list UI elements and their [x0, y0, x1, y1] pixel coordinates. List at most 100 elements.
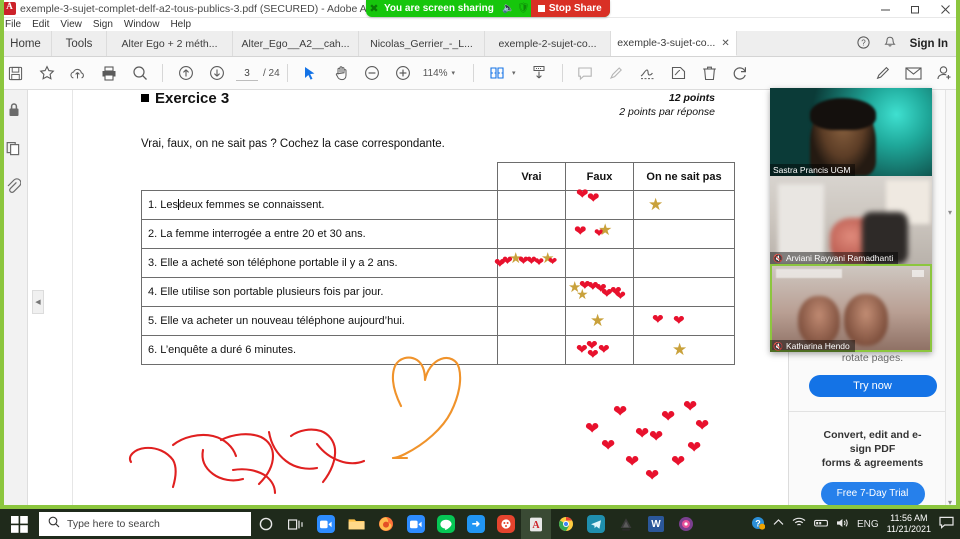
cell-3-onnesaitpas[interactable] — [633, 248, 735, 278]
paint-icon[interactable] — [491, 509, 521, 539]
chevron-up-icon[interactable] — [773, 518, 784, 530]
menu-item-view[interactable]: View — [60, 19, 82, 30]
cell-4-vrai[interactable] — [497, 277, 566, 307]
panel-scrollbar[interactable]: ▾ ▾ — [945, 90, 956, 509]
fit-chevron-down-icon[interactable]: ▾ — [512, 69, 516, 77]
save-icon[interactable] — [0, 57, 31, 90]
zoom-meeting-icon[interactable] — [401, 509, 431, 539]
zoom-icon[interactable] — [311, 509, 341, 539]
cell-4-faux[interactable]: ★ ★ ❤ ❤ ❤ ❤ ❤ ❤ — [565, 277, 634, 307]
rotate-icon[interactable] — [725, 57, 756, 90]
word-icon[interactable]: W — [641, 509, 671, 539]
cell-1-onnesaitpas[interactable]: ★ — [633, 190, 735, 220]
tab-home[interactable]: Home — [0, 31, 52, 56]
tab-document-1[interactable]: Alter Ego + 2 méth... — [107, 31, 233, 56]
network-icon[interactable] — [813, 518, 828, 531]
menu-item-window[interactable]: Window — [124, 19, 160, 30]
tab-document-4[interactable]: exemple-2-sujet-co... — [485, 31, 611, 56]
fill-sign-icon[interactable] — [663, 57, 694, 90]
chevron-down-icon[interactable]: ▾ — [452, 69, 456, 77]
cell-1-faux[interactable]: ❤ ❤ — [565, 187, 634, 220]
wifi-icon[interactable] — [792, 517, 806, 531]
line-icon[interactable] — [431, 509, 461, 539]
zoom-in-icon[interactable] — [388, 57, 419, 90]
next-page-icon[interactable] — [201, 57, 232, 90]
zoom-video-tile-strip[interactable]: Sastra Prancis UGM 🔇 Arviani Rayyani Ram… — [770, 88, 932, 352]
hand-tool-icon[interactable] — [326, 57, 357, 90]
panel-collapse-button[interactable]: ◀ — [32, 290, 44, 314]
help-icon[interactable]: ? — [751, 516, 766, 533]
video-tile-3-active-speaker[interactable]: 🔇 Katharina Hendo — [770, 264, 932, 352]
search-input[interactable]: Type here to search — [39, 512, 251, 536]
cell-2-onnesaitpas[interactable] — [633, 219, 735, 249]
sign-in-button[interactable]: Sign In — [910, 38, 948, 50]
email-icon[interactable] — [898, 57, 929, 90]
file-converter-icon[interactable]: ➜ — [461, 509, 491, 539]
clock[interactable]: 11:56 AM 11/21/2021 — [887, 513, 931, 535]
free-trial-button[interactable]: Free 7-Day Trial — [820, 482, 925, 506]
print-icon[interactable] — [93, 57, 124, 90]
volume-icon[interactable] — [836, 517, 849, 532]
upload-cloud-icon[interactable] — [62, 57, 93, 90]
tab-document-5-active[interactable]: exemple-3-sujet-co... ✕ — [611, 31, 737, 56]
stop-share-button[interactable]: Stop Share — [530, 0, 610, 17]
telegram-icon[interactable] — [581, 509, 611, 539]
windows-start-icon[interactable] — [0, 509, 38, 539]
page-navigator[interactable]: 3 / 24 — [236, 66, 280, 81]
lock-icon[interactable] — [7, 102, 21, 123]
menu-item-help[interactable]: Help — [170, 19, 191, 30]
zoom-search-icon[interactable] — [124, 57, 155, 90]
cell-2-vrai[interactable] — [497, 219, 566, 249]
document-viewport[interactable]: Exercice 3 12 points 2 points par répons… — [28, 90, 788, 509]
minimize-button[interactable] — [870, 0, 900, 18]
highlight-icon[interactable] — [601, 57, 632, 90]
edit-pencil-icon[interactable] — [867, 57, 898, 90]
scroll-chevron-down-icon[interactable]: ▾ — [948, 208, 952, 217]
menu-item-sign[interactable]: Sign — [93, 19, 113, 30]
video-tile-2[interactable]: 🔇 Arviani Rayyani Ramadhanti — [770, 176, 932, 264]
acrobat-icon[interactable]: A — [521, 509, 551, 539]
tab-tools[interactable]: Tools — [52, 31, 107, 56]
zoom-out-icon[interactable] — [357, 57, 388, 90]
media-player-icon[interactable] — [671, 509, 701, 539]
cell-2-faux[interactable]: ❤ ❤ ★ — [565, 219, 634, 249]
cell-6-vrai[interactable] — [497, 335, 566, 365]
cell-3-vrai[interactable]: ❤ ❤ ★ ❤ ❤ ❤ ★ ❤ — [494, 248, 566, 278]
shield-icon[interactable]: 🛡 — [516, 3, 531, 14]
tab-document-2[interactable]: Alter_Ego__A2__cah... — [233, 31, 359, 56]
menu-item-file[interactable]: File — [5, 19, 21, 30]
maximize-button[interactable] — [900, 0, 930, 18]
chrome-icon[interactable] — [551, 509, 581, 539]
cell-6-faux[interactable]: ❤ ❤ ❤ ❤ — [565, 335, 634, 365]
star-icon[interactable] — [31, 57, 62, 90]
comment-icon[interactable] — [570, 57, 601, 90]
inkscape-icon[interactable] — [611, 509, 641, 539]
file-explorer-icon[interactable] — [341, 509, 371, 539]
scroll-mode-icon[interactable] — [524, 57, 555, 90]
language-indicator[interactable]: ENG — [857, 519, 879, 530]
help-circle-icon[interactable]: ? — [857, 35, 870, 52]
fit-page-icon[interactable] — [481, 57, 512, 90]
cell-5-vrai[interactable] — [497, 306, 566, 336]
cell-3-faux[interactable] — [565, 248, 634, 278]
tab-close-icon[interactable]: ✕ — [721, 38, 729, 49]
speaker-icon[interactable]: 🔈 — [501, 3, 516, 14]
zoom-level-label[interactable]: 114% — [423, 68, 448, 79]
cell-4-onnesaitpas[interactable] — [633, 277, 735, 307]
previous-page-icon[interactable] — [170, 57, 201, 90]
firefox-icon[interactable] — [371, 509, 401, 539]
cell-5-faux[interactable]: ★ — [565, 306, 634, 336]
page-number-input[interactable]: 3 — [236, 66, 258, 81]
attachment-icon[interactable] — [6, 178, 22, 199]
cell-5-onnesaitpas[interactable]: ❤ ❤ — [633, 306, 735, 336]
cell-6-onnesaitpas[interactable]: ★ — [633, 335, 735, 365]
page-thumbnails-icon[interactable] — [6, 140, 21, 161]
signature-icon[interactable] — [632, 57, 663, 90]
bell-icon[interactable] — [884, 36, 896, 52]
delete-icon[interactable] — [694, 57, 725, 90]
select-cursor-icon[interactable] — [295, 57, 326, 90]
cell-1-vrai[interactable] — [497, 190, 566, 220]
cortana-icon[interactable] — [251, 509, 281, 539]
video-tile-1[interactable]: Sastra Prancis UGM — [770, 88, 932, 176]
try-now-button[interactable]: Try now — [808, 375, 937, 397]
